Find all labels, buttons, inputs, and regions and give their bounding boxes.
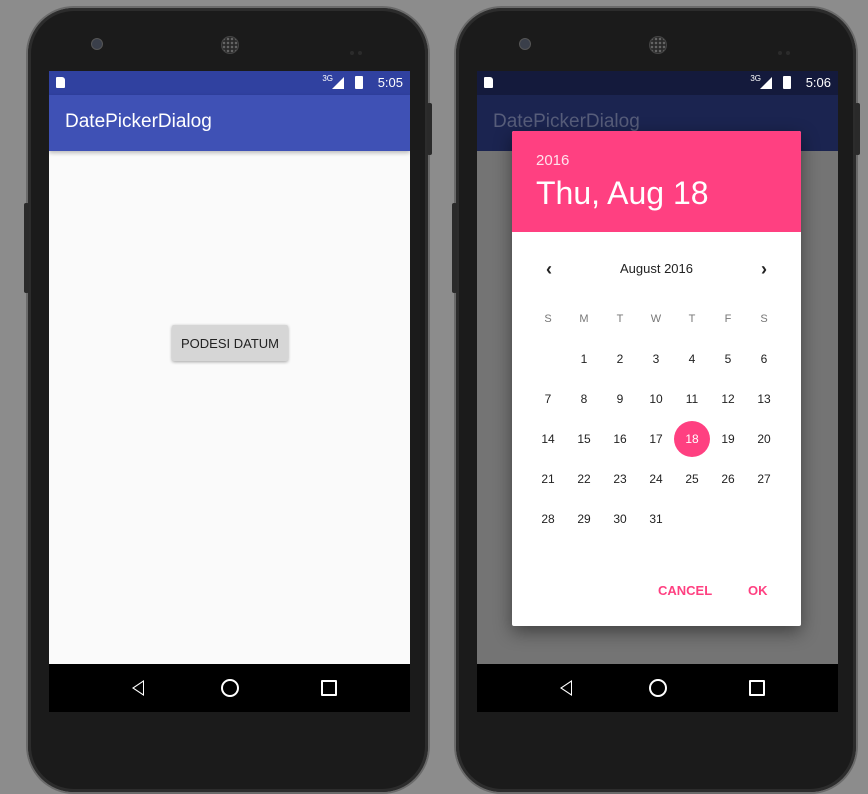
status-time: 5:06 [805, 75, 831, 90]
status-bar: 3G 5:05 [49, 71, 410, 95]
app-title: DatePickerDialog [493, 111, 640, 132]
next-month-icon[interactable]: › [754, 259, 774, 279]
week-row: 14 15 16 17 18 19 20 [530, 421, 782, 461]
battery-icon [355, 76, 363, 89]
weekday-label: T [688, 313, 696, 325]
day-cell[interactable]: 28 [530, 501, 566, 537]
day-cell[interactable]: 1 [566, 341, 602, 377]
day-cell[interactable]: 20 [746, 421, 782, 457]
weekday-label: F [724, 313, 732, 325]
selected-date-label[interactable]: Thu, Aug 18 [536, 175, 709, 212]
day-cell[interactable]: 30 [602, 501, 638, 537]
signal-icon [760, 77, 772, 89]
sd-card-icon [484, 77, 493, 88]
day-cell[interactable]: 9 [602, 381, 638, 417]
day-cell[interactable]: 23 [602, 461, 638, 497]
front-camera-icon [519, 38, 531, 50]
day-cell[interactable]: 8 [566, 381, 602, 417]
cancel-button[interactable]: CANCEL [658, 583, 712, 598]
day-cell[interactable]: 29 [566, 501, 602, 537]
recents-icon[interactable] [749, 680, 765, 696]
day-cell[interactable]: 5 [710, 341, 746, 377]
empty-day-cell [710, 501, 746, 537]
front-camera-icon [91, 38, 103, 50]
ok-button[interactable]: OK [748, 583, 768, 598]
day-cell[interactable]: 15 [566, 421, 602, 457]
main-content: PODESI DATUM [49, 151, 410, 664]
recents-icon[interactable] [321, 680, 337, 696]
day-cell[interactable]: 14 [530, 421, 566, 457]
back-icon[interactable] [560, 680, 572, 696]
navigation-bar [49, 664, 410, 712]
week-row: 123456 [530, 341, 782, 381]
day-cell[interactable]: 10 [638, 381, 674, 417]
day-cell[interactable]: 31 [638, 501, 674, 537]
sensor-icon [778, 42, 798, 55]
power-button [427, 103, 432, 155]
weekday-label: S [544, 313, 552, 325]
pick-date-button[interactable]: PODESI DATUM [172, 325, 288, 361]
power-button [855, 103, 860, 155]
status-bar: 3G 5:06 [477, 71, 838, 95]
day-cell[interactable]: 13 [746, 381, 782, 417]
day-cell[interactable]: 12 [710, 381, 746, 417]
empty-day-cell [746, 501, 782, 537]
weekday-label: W [650, 313, 662, 325]
empty-day-cell [530, 341, 566, 377]
sensor-icon [350, 42, 370, 55]
phone-left: 3G 5:05 DatePickerDialog PODESI DATUM [24, 8, 432, 792]
day-cell[interactable]: 22 [566, 461, 602, 497]
day-cell[interactable]: 19 [710, 421, 746, 457]
year-selector[interactable]: 2016 [536, 152, 569, 169]
app-title: DatePickerDialog [65, 111, 212, 132]
dialog-header: 2016 Thu, Aug 18 [512, 131, 801, 232]
week-row: 7 8 9 10 11 12 13 [530, 381, 782, 421]
day-cell[interactable]: 24 [638, 461, 674, 497]
app-bar: DatePickerDialog [49, 95, 410, 151]
day-cell[interactable]: 3 [638, 341, 674, 377]
sd-card-icon [56, 77, 65, 88]
day-cell[interactable]: 4 [674, 341, 710, 377]
weekday-label: S [760, 313, 768, 325]
weekday-label: T [616, 313, 624, 325]
week-row: 21 22 23 24 25 26 27 [530, 461, 782, 501]
screen: 3G 5:05 DatePickerDialog PODESI DATUM [49, 71, 410, 712]
day-cell[interactable]: 17 [638, 421, 674, 457]
day-cell[interactable]: 26 [710, 461, 746, 497]
home-icon[interactable] [649, 679, 667, 697]
day-cell[interactable]: 16 [602, 421, 638, 457]
day-cell[interactable]: 27 [746, 461, 782, 497]
date-picker-dialog: 2016 Thu, Aug 18 ‹ August 2016 › SMTWTFS… [512, 131, 801, 626]
day-cell[interactable]: 6 [746, 341, 782, 377]
day-cell[interactable]: 7 [530, 381, 566, 417]
month-navigation: ‹ August 2016 › [512, 249, 801, 289]
signal-icon [332, 77, 344, 89]
week-row: 28 29 30 31 [530, 501, 782, 541]
weekday-header-row: SMTWTFS [530, 301, 782, 341]
weekday-label: M [579, 313, 589, 325]
battery-icon [783, 76, 791, 89]
phone-right: 3G 5:06 DatePickerDialog 2016 Thu, Aug 1… [452, 8, 860, 792]
day-cell[interactable]: 25 [674, 461, 710, 497]
volume-button [452, 203, 457, 293]
back-icon[interactable] [132, 680, 144, 696]
status-time: 5:05 [377, 75, 403, 90]
calendar-grid: S M T W T F S 1 2 3 4 5 6 7 8 9 10 11 12 13 14 15 16 17 18 19 20 21… [530, 301, 782, 541]
speaker-icon [221, 36, 239, 54]
navigation-bar [477, 664, 838, 712]
empty-day-cell [674, 501, 710, 537]
screen: 3G 5:06 DatePickerDialog 2016 Thu, Aug 1… [477, 71, 838, 712]
selected-day-cell[interactable]: 18 [674, 421, 710, 457]
day-cell[interactable]: 2 [602, 341, 638, 377]
day-cell[interactable]: 21 [530, 461, 566, 497]
day-cell[interactable]: 11 [674, 381, 710, 417]
home-icon[interactable] [221, 679, 239, 697]
volume-button [24, 203, 29, 293]
speaker-icon [649, 36, 667, 54]
